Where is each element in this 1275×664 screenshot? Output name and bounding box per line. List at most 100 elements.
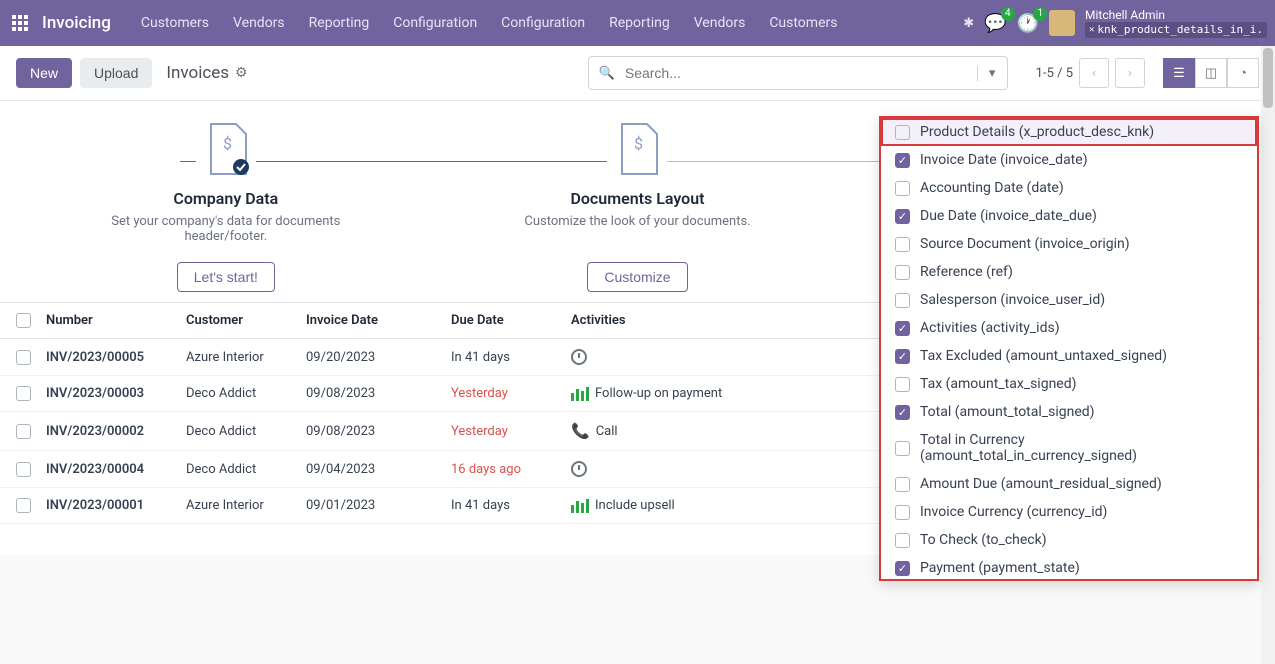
nav-item[interactable]: Configuration [489,15,597,31]
checkbox-icon [895,237,910,252]
column-option[interactable]: ✓Invoice Date (invoice_date) [881,146,1257,174]
column-option[interactable]: To Check (to_check) [881,526,1257,554]
column-option[interactable]: ✓ Due Date (invoice_date_due) [881,202,1257,230]
column-selector-dropdown[interactable]: Product Details (x_product_desc_knk)✓Inv… [879,116,1259,581]
card-button[interactable]: Customize [587,262,687,292]
col-invoice-date[interactable]: Invoice Date [306,313,451,328]
scrollbar[interactable] [1261,46,1275,664]
select-all-checkbox[interactable] [16,313,31,328]
nav-item[interactable]: Reporting [597,15,682,31]
row-checkbox[interactable] [16,386,31,401]
search-icon: 🔍 [589,66,625,81]
nav-item[interactable]: Vendors [221,15,297,31]
followup-icon[interactable] [571,499,589,513]
cell-date: 09/20/2023 [306,350,451,365]
option-label: Total in Currency (amount_total_in_curre… [920,432,1243,464]
column-option[interactable]: Product Details (x_product_desc_knk) [881,118,1257,146]
checkbox-icon: ✓ [895,209,910,224]
clock-icon[interactable] [571,349,587,365]
app-brand[interactable]: Invoicing [42,13,111,33]
view-kanban-button[interactable]: ◫ [1195,58,1227,88]
column-option[interactable]: Accounting Date (date) [881,174,1257,202]
checkbox-icon: ✓ [895,349,910,364]
column-option[interactable]: Reference (ref) [881,258,1257,286]
row-checkbox[interactable] [16,424,31,439]
option-label: Activities (activity_ids) [920,320,1060,336]
apps-icon[interactable] [12,13,32,33]
cell-customer: Deco Addict [186,462,306,477]
column-option[interactable]: ✓Payment (payment_state) [881,554,1257,581]
nav-item[interactable]: Customers [757,15,849,31]
onboarding-card: $Documents LayoutCustomize the look of y… [487,119,787,292]
option-label: Due Date (invoice_date_due) [920,208,1097,224]
cell-activity: 📞Call [571,422,851,440]
nav-item[interactable]: Configuration [381,15,489,31]
column-option[interactable]: ✓Total (amount_total_signed) [881,398,1257,426]
activity-icon[interactable]: 🕐1 [1017,13,1039,34]
svg-text:$: $ [223,134,232,153]
col-number[interactable]: Number [46,313,186,328]
cell-number: INV/2023/00004 [46,462,186,477]
pager-next[interactable]: › [1115,58,1145,88]
option-label: Accounting Date (date) [920,180,1064,196]
card-button[interactable]: Let's start! [177,262,275,292]
checkbox-icon [895,377,910,392]
search-box[interactable]: 🔍 ▾ [588,56,1008,90]
row-checkbox[interactable] [16,350,31,365]
clock-icon[interactable] [571,461,587,477]
column-option[interactable]: Source Document (invoice_origin) [881,230,1257,258]
search-input[interactable] [625,65,977,81]
bug-icon[interactable]: ✱ [963,16,974,31]
cell-customer: Deco Addict [186,424,306,439]
messages-icon[interactable]: 💬4 [984,13,1006,34]
option-label: Amount Due (amount_residual_signed) [920,476,1162,492]
phone-icon[interactable]: 📞 [571,422,590,440]
cell-date: 09/08/2023 [306,424,451,439]
option-label: Reference (ref) [920,264,1013,280]
checkbox-icon [895,505,910,520]
nav-item[interactable]: Customers [129,15,221,31]
user-name[interactable]: Mitchell Admin [1085,8,1267,22]
avatar[interactable] [1049,10,1075,36]
column-option[interactable]: Total in Currency (amount_total_in_curre… [881,426,1257,470]
column-option[interactable]: Tax (amount_tax_signed) [881,370,1257,398]
cell-activity [571,349,851,365]
new-button[interactable]: New [16,58,72,88]
column-option[interactable]: ✓Activities (activity_ids) [881,314,1257,342]
upload-button[interactable]: Upload [80,58,152,88]
nav-item[interactable]: Vendors [682,15,758,31]
checkbox-icon [895,181,910,196]
option-label: Tax (amount_tax_signed) [920,376,1077,392]
followup-icon[interactable] [571,387,589,401]
view-list-button[interactable]: ☰ [1163,58,1195,88]
row-checkbox[interactable] [16,498,31,513]
view-calendar-button[interactable]: ◔ [1227,58,1259,88]
cell-date: 09/04/2023 [306,462,451,477]
row-checkbox[interactable] [16,462,31,477]
checkbox-icon: ✓ [895,561,910,576]
col-activities[interactable]: Activities [571,313,851,328]
col-due-date[interactable]: Due Date [451,313,571,328]
onboarding-card: $Company DataSet your company's data for… [76,119,376,292]
checkbox-icon: ✓ [895,153,910,168]
card-subtitle: Customize the look of your documents. [487,214,787,248]
checkbox-icon: ✓ [895,405,910,420]
control-bar: New Upload Invoices⚙ 🔍 ▾ 1-5 / 5 ‹ › ☰ ◫… [0,46,1275,101]
option-label: Product Details (x_product_desc_knk) [920,124,1154,140]
cell-number: INV/2023/00005 [46,350,186,365]
column-option[interactable]: Salesperson (invoice_user_id) [881,286,1257,314]
pager-prev[interactable]: ‹ [1079,58,1109,88]
column-option[interactable]: Amount Due (amount_residual_signed) [881,470,1257,498]
module-tag[interactable]: ✕knk_product_details_in_i. [1085,22,1267,38]
gear-icon[interactable]: ⚙ [235,65,248,81]
cell-number: INV/2023/00001 [46,498,186,513]
cell-date: 09/01/2023 [306,498,451,513]
col-customer[interactable]: Customer [186,313,306,328]
cell-customer: Deco Addict [186,386,306,401]
search-dropdown-toggle[interactable]: ▾ [977,66,1007,81]
column-option[interactable]: Invoice Currency (currency_id) [881,498,1257,526]
cell-number: INV/2023/00003 [46,386,186,401]
nav-item[interactable]: Reporting [297,15,382,31]
column-option[interactable]: ✓Tax Excluded (amount_untaxed_signed) [881,342,1257,370]
pager-text: 1-5 / 5 [1036,66,1073,81]
